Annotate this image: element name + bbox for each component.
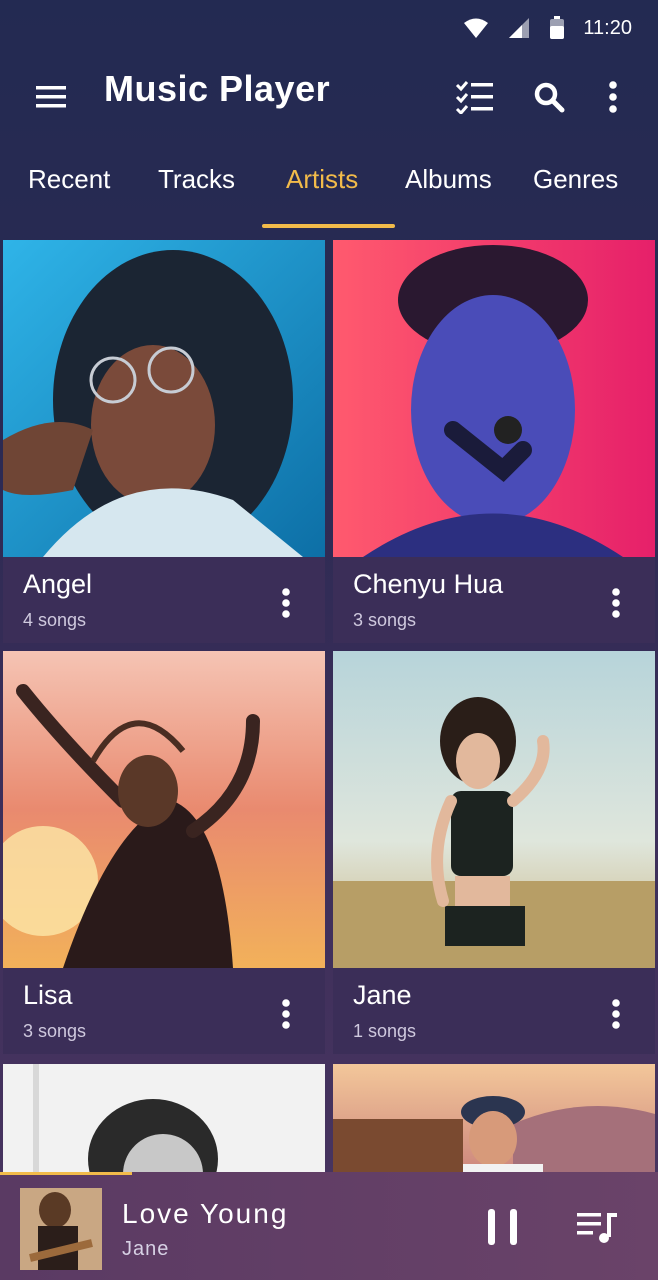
app-bar: Music Player — [0, 60, 658, 132]
tab-tracks[interactable]: Tracks — [158, 164, 235, 195]
battery-icon — [550, 16, 565, 39]
artist-song-count: 4 songs — [23, 610, 87, 630]
active-tab-indicator — [262, 224, 395, 228]
pause-icon — [488, 1209, 517, 1245]
artist-card-partial[interactable] — [333, 1064, 655, 1184]
tab-recent[interactable]: Recent — [28, 164, 110, 195]
artist-name: Lisa — [23, 980, 73, 1010]
now-playing-artist: Jane — [122, 1238, 170, 1260]
artist-more-button[interactable] — [271, 991, 301, 1037]
artist-photo — [333, 1064, 655, 1184]
overflow-menu-button[interactable] — [590, 74, 636, 120]
search-icon — [534, 82, 565, 113]
now-playing-artwork — [20, 1188, 102, 1270]
tab-albums[interactable]: Albums — [405, 164, 492, 195]
menu-button[interactable] — [28, 74, 74, 120]
queue-music-icon — [577, 1213, 617, 1243]
signal-icon — [509, 18, 530, 38]
artist-card-lisa[interactable]: Lisa 3 songs — [3, 651, 325, 1054]
artist-card-chenyu-hua[interactable]: Chenyu Hua 3 songs — [333, 240, 655, 643]
artist-more-button[interactable] — [601, 991, 631, 1037]
checklist-icon — [455, 81, 493, 114]
queue-button[interactable] — [572, 1202, 622, 1252]
artist-card-angel[interactable]: Angel 4 songs — [3, 240, 325, 643]
artist-name: Jane — [353, 980, 412, 1010]
wifi-icon — [464, 18, 489, 38]
more-vert-icon — [282, 999, 290, 1029]
tab-artists[interactable]: Artists — [286, 164, 358, 195]
artist-photo — [3, 240, 325, 557]
artist-name: Angel — [23, 569, 93, 599]
artist-photo — [333, 651, 655, 968]
status-time: 11:20 — [583, 16, 632, 39]
artist-card-jane[interactable]: Jane 1 songs — [333, 651, 655, 1054]
menu-icon — [36, 86, 66, 108]
tab-bar: Recent Tracks Artists Albums Genres — [0, 150, 658, 230]
artist-photo — [3, 651, 325, 968]
artist-name: Chenyu Hua — [353, 569, 504, 599]
artist-photo — [333, 240, 655, 557]
artist-photo — [3, 1064, 325, 1184]
playback-progress — [0, 1172, 132, 1175]
more-vert-icon — [609, 81, 617, 113]
more-vert-icon — [612, 999, 620, 1029]
artist-song-count: 3 songs — [353, 610, 417, 630]
artist-song-count: 1 songs — [353, 1021, 417, 1041]
artist-more-button[interactable] — [271, 580, 301, 626]
select-button[interactable] — [452, 74, 498, 120]
now-playing-title: Love Young — [122, 1198, 289, 1229]
more-vert-icon — [612, 588, 620, 618]
artist-card-partial[interactable] — [3, 1064, 325, 1184]
artist-more-button[interactable] — [601, 580, 631, 626]
now-playing-bar[interactable]: Love Young Jane — [0, 1172, 658, 1280]
app-title: Music Player — [104, 68, 331, 109]
more-vert-icon — [282, 588, 290, 618]
status-bar: 11:20 — [0, 0, 658, 60]
pause-button[interactable] — [478, 1202, 528, 1252]
artist-song-count: 3 songs — [23, 1021, 87, 1041]
tab-genres[interactable]: Genres — [533, 164, 618, 195]
search-button[interactable] — [526, 74, 572, 120]
